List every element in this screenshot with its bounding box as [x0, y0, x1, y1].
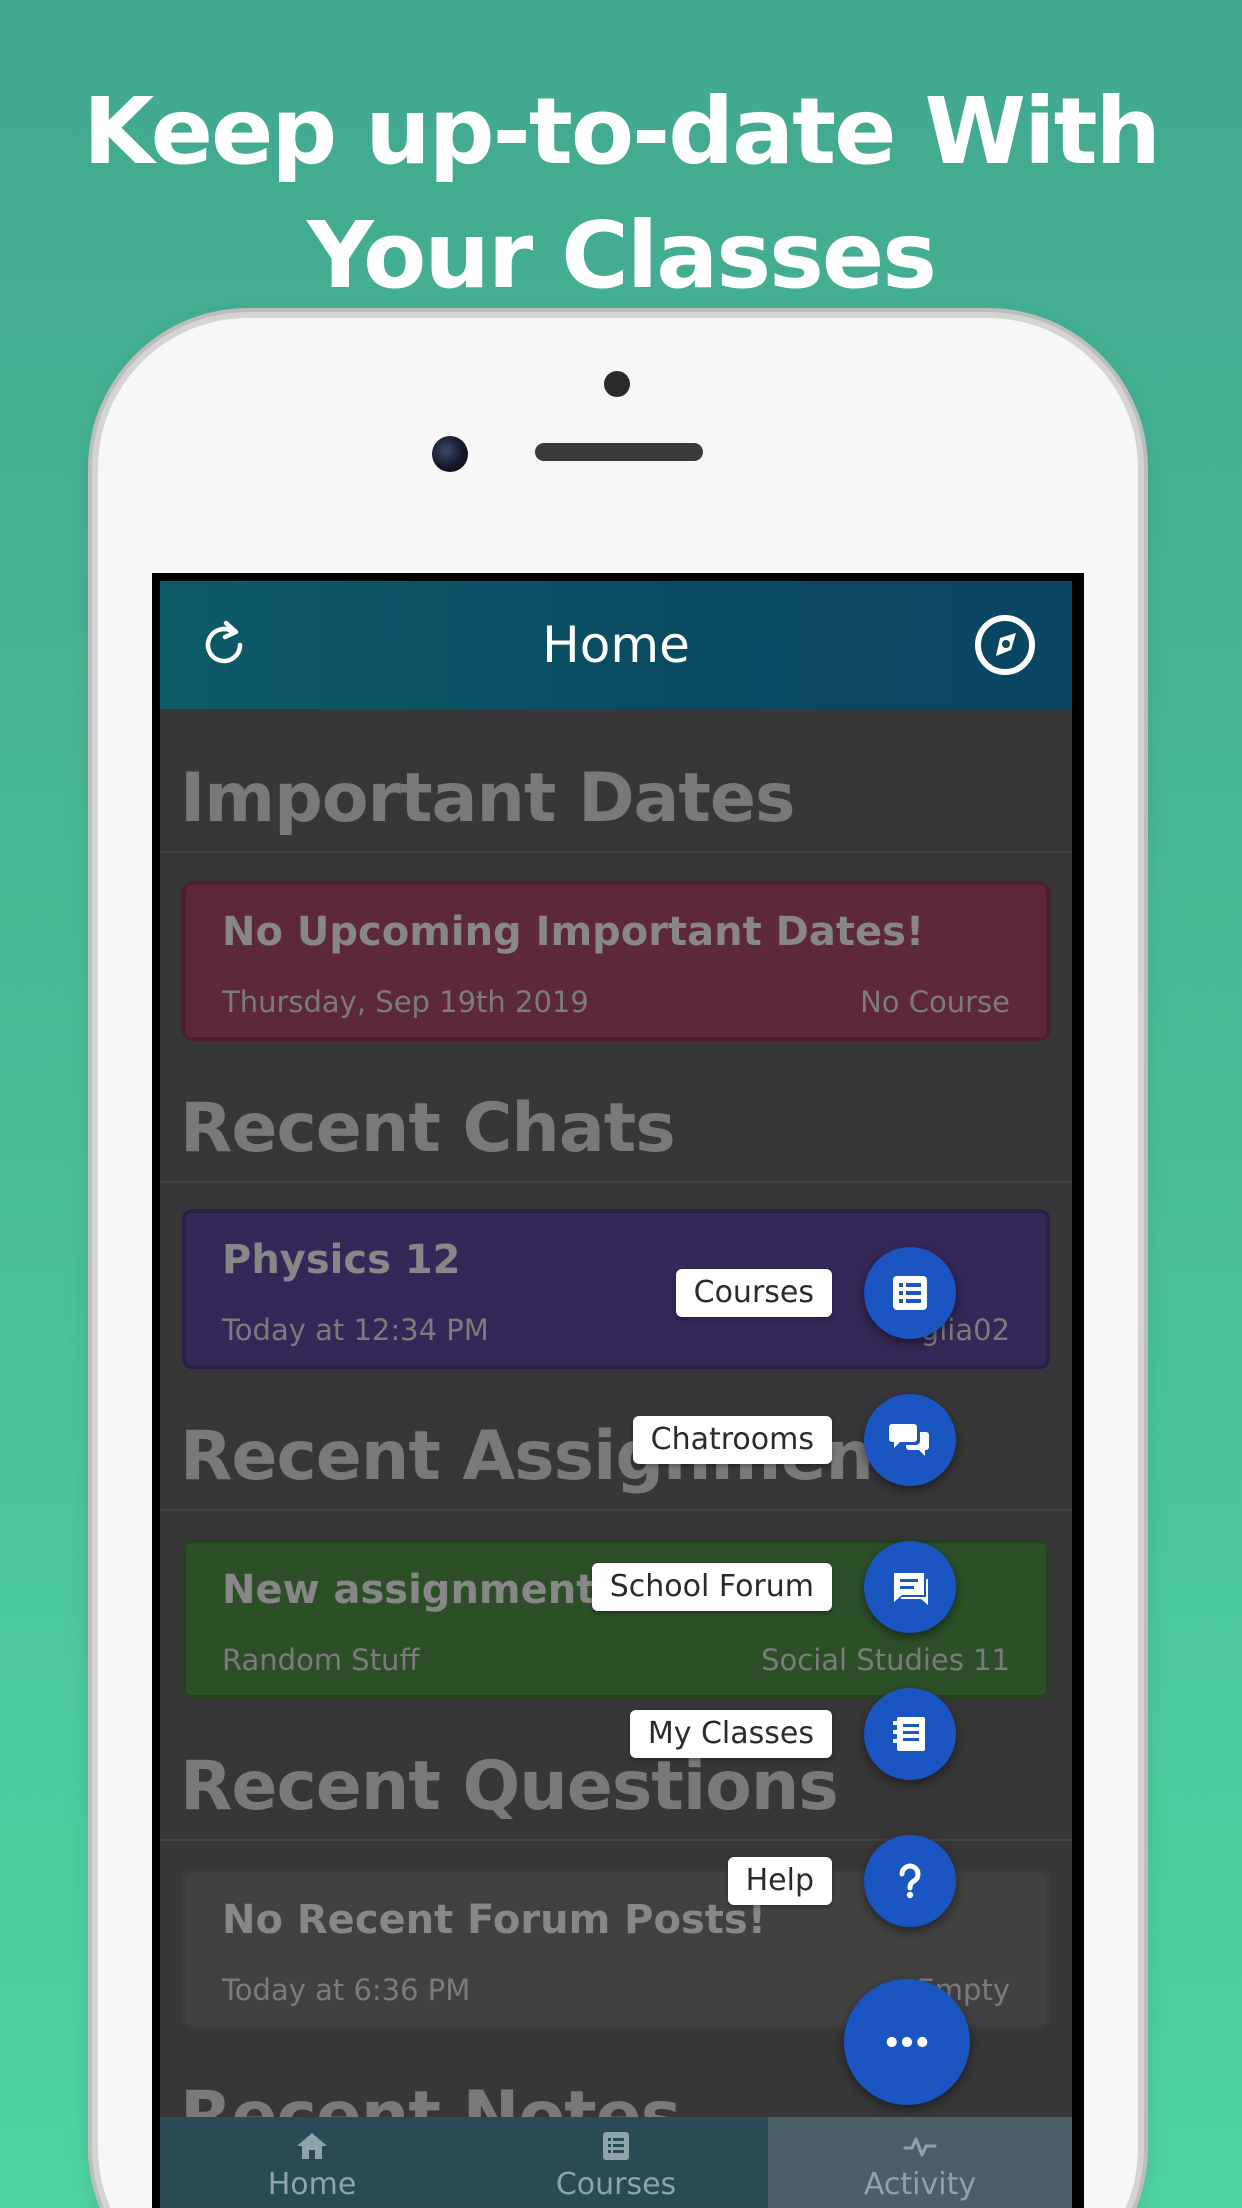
home-icon — [297, 2133, 327, 2159]
tab-bar: Home Courses Activity — [160, 2117, 1072, 2208]
fab-label-help[interactable]: Help — [727, 1857, 832, 1905]
phone-screen: Home Important Dates No Upcoming Importa… — [152, 573, 1084, 2208]
list-icon — [603, 2132, 629, 2160]
fab-chatrooms-button[interactable] — [864, 1394, 956, 1486]
tab-label: Courses — [555, 2167, 677, 2202]
question-icon — [899, 1863, 921, 1899]
refresh-icon[interactable] — [196, 617, 252, 673]
fab-main-button[interactable] — [844, 1979, 970, 2105]
tab-label: Home — [267, 2167, 357, 2202]
fab-my-classes-button[interactable] — [864, 1688, 956, 1780]
compass-icon[interactable] — [974, 614, 1036, 676]
chat-bubbles-icon — [889, 1424, 929, 1456]
fab-label-chatrooms[interactable]: Chatrooms — [632, 1416, 832, 1464]
promo-headline: Keep up-to-date With Your Classes — [82, 78, 1161, 309]
fab-help-button[interactable] — [864, 1835, 956, 1927]
app-content: Home Important Dates No Upcoming Importa… — [160, 581, 1072, 2208]
tab-courses[interactable]: Courses — [464, 2117, 768, 2208]
forum-icon — [894, 1573, 928, 1605]
fab-school-forum-button[interactable] — [864, 1541, 956, 1633]
tab-activity[interactable]: Activity — [768, 2117, 1072, 2208]
fab-courses-button[interactable] — [864, 1247, 956, 1339]
list-icon — [893, 1276, 927, 1310]
nav-bar: Home — [160, 581, 1072, 709]
tab-home[interactable]: Home — [160, 2117, 464, 2208]
notebook-icon — [893, 1717, 925, 1751]
activity-icon — [903, 2137, 937, 2157]
fab-label-school-forum[interactable]: School Forum — [591, 1563, 832, 1611]
proximity-sensor — [604, 371, 630, 397]
earpiece-speaker — [535, 443, 703, 461]
more-dots-icon — [886, 2036, 928, 2048]
page-title: Home — [542, 616, 690, 674]
fab-label-courses[interactable]: Courses — [675, 1269, 832, 1317]
fab-label-my-classes[interactable]: My Classes — [629, 1710, 832, 1758]
front-camera — [432, 436, 468, 472]
tab-label: Activity — [863, 2167, 977, 2202]
